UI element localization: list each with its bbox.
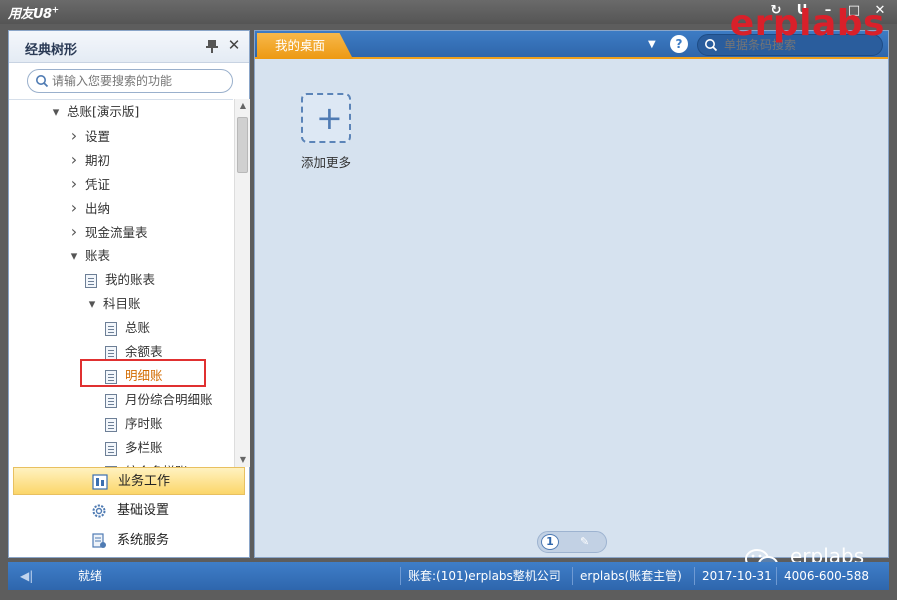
tree-item-label: 明细账 — [125, 368, 163, 383]
chevron-right-icon[interactable]: › — [67, 124, 81, 148]
nav-system-service[interactable]: 系统服务 — [13, 527, 245, 555]
scroll-up-arrow-icon[interactable]: ▲ — [235, 99, 251, 113]
tree-item-label: 月份综合明细账 — [125, 392, 213, 407]
plus-icon: + — [316, 99, 343, 137]
tree-item[interactable]: › 凭证 — [67, 172, 110, 196]
nav-basic-settings[interactable]: 基础设置 — [13, 497, 245, 525]
chevron-down-icon[interactable]: ▾ — [85, 293, 99, 317]
status-divider — [776, 567, 777, 585]
left-panel-title: 经典树形 — [25, 43, 78, 58]
tree-item[interactable]: ▾ 账表 — [67, 244, 110, 268]
document-icon — [85, 273, 97, 288]
tree-item-label: 科目账 — [103, 296, 141, 311]
document-icon — [105, 393, 117, 408]
status-bar: ◀| 就绪 账套:(101)erplabs整机公司 erplabs(账套主管) … — [8, 562, 889, 590]
status-account: 账套:(101)erplabs整机公司 — [408, 569, 561, 583]
close-panel-icon[interactable]: ✕ — [227, 37, 241, 53]
status-user: erplabs(账套主管) — [580, 569, 682, 583]
nav-basic-settings-label: 基础设置 — [117, 503, 170, 518]
function-search-input[interactable] — [52, 72, 222, 90]
tree-item[interactable]: 月份综合明细账 — [105, 388, 213, 412]
tree-item-label: 出纳 — [85, 201, 111, 216]
chevron-right-icon[interactable]: › — [67, 196, 81, 220]
app-logo: 用友U8+ — [8, 5, 59, 22]
tree-item-label: 设置 — [85, 129, 111, 144]
page-indicator[interactable]: 1 — [541, 534, 559, 550]
document-icon — [105, 369, 117, 384]
nav-business-work-label: 业务工作 — [118, 474, 171, 489]
document-icon — [105, 321, 117, 336]
search-icon — [36, 75, 49, 88]
scroll-thumb[interactable] — [237, 117, 248, 173]
nav-system-service-label: 系统服务 — [117, 533, 170, 548]
chevron-right-icon[interactable]: › — [67, 148, 81, 172]
wrench-icon[interactable]: ✎ — [580, 535, 594, 549]
desktop-pager: 1 ✎ — [537, 531, 607, 553]
menu-tree: ▾ 总账[演示版] › 设置 › 期初 › 凭证 › 出纳 › 现金流量表 ▾ 账表我的账表 ▾ 科目账总账余… — [9, 99, 233, 467]
tree-item-label: 我的账表 — [105, 272, 156, 287]
tree-item-label: 凭证 — [85, 177, 111, 192]
tree-item-label: 现金流量表 — [85, 225, 148, 240]
tree-item[interactable]: › 现金流量表 — [67, 220, 148, 244]
tab-my-desktop[interactable]: 我的桌面 — [257, 33, 353, 59]
left-panel: 经典树形 ✕ ▾ 总账[演示版] › 设置 › 期初 › 凭证 › 出纳 › 现金流量表 ▾ 账表我的账表… — [8, 30, 250, 558]
main-desktop-area: 我的桌面 ▼ ? + 添加更多 1 ✎ — [254, 30, 889, 558]
watermark-logo: erplabs — [729, 3, 885, 44]
tree-item-label: 多栏账 — [125, 440, 163, 455]
tree-scrollbar[interactable]: ▲ ▼ — [234, 99, 250, 467]
status-date: 2017-10-31 — [702, 569, 772, 583]
tree-item-label: 余额表 — [125, 344, 163, 359]
status-divider — [694, 567, 695, 585]
chevron-right-icon[interactable]: › — [67, 220, 81, 244]
tree-item[interactable]: 我的账表 — [85, 268, 155, 292]
tree-item[interactable]: › 出纳 — [67, 196, 110, 220]
chevron-down-icon[interactable]: ▼ — [648, 39, 658, 50]
tree-item[interactable]: 综合多栏账 — [105, 460, 188, 467]
tree-item-label: 总账 — [125, 320, 151, 335]
document-icon — [105, 417, 117, 432]
add-more-label: 添加更多 — [300, 155, 351, 170]
add-more-tile[interactable]: + — [301, 93, 351, 143]
business-work-icon — [92, 474, 108, 490]
tree-item-label: 期初 — [85, 153, 111, 168]
tree-item[interactable]: 序时账 — [105, 412, 163, 436]
status-phone: 4006-600-588 — [784, 569, 870, 583]
help-icon[interactable]: ? — [670, 35, 688, 53]
u8-main-window: 用友U8+ ↻ U – □ ✕ 经典树形 ✕ ▾总账[演示版]› — [0, 0, 897, 600]
tree-item[interactable]: 余额表 — [105, 340, 163, 364]
tree-item[interactable]: 明细账 — [105, 364, 163, 388]
left-panel-header: 经典树形 ✕ — [9, 31, 249, 63]
gear-icon — [92, 504, 106, 518]
tree-item-label: 总账[演示版] — [67, 104, 140, 119]
search-icon — [705, 39, 718, 52]
nav-business-work[interactable]: 业务工作 — [13, 467, 245, 495]
collapse-arrow-icon[interactable]: ◀| — [20, 562, 33, 590]
system-service-icon — [92, 533, 106, 548]
tree-item-label: 序时账 — [125, 416, 163, 431]
status-divider — [572, 567, 573, 585]
status-divider — [400, 567, 401, 585]
document-icon — [105, 345, 117, 360]
status-ready: 就绪 — [78, 569, 103, 583]
tree-item[interactable]: ▾ 科目账 — [85, 292, 141, 316]
tree-item[interactable]: › 期初 — [67, 148, 110, 172]
tree-item[interactable]: › 设置 — [67, 124, 110, 148]
tree-item[interactable]: 总账 — [105, 316, 150, 340]
tree-item[interactable]: 多栏账 — [105, 436, 163, 460]
chevron-down-icon[interactable]: ▾ — [67, 245, 81, 269]
chevron-down-icon[interactable]: ▾ — [49, 101, 63, 125]
function-search-box[interactable] — [27, 69, 233, 93]
chevron-right-icon[interactable]: › — [67, 172, 81, 196]
pin-icon[interactable] — [205, 38, 219, 54]
tree-item-label: 账表 — [85, 248, 111, 263]
scroll-down-arrow-icon[interactable]: ▼ — [235, 453, 251, 467]
document-icon — [105, 441, 117, 456]
tree-item[interactable]: ▾ 总账[演示版] — [49, 100, 140, 125]
